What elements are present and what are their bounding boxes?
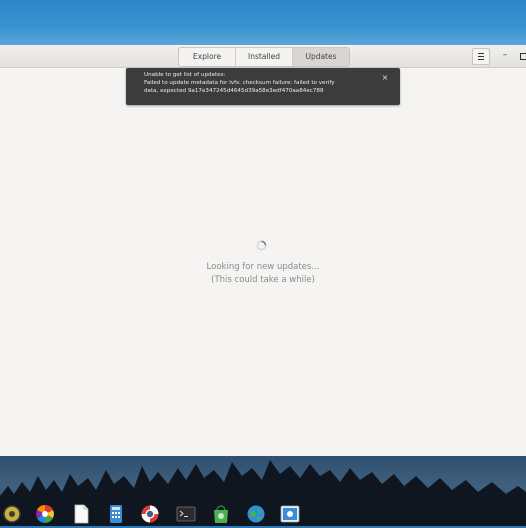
notification-message-line: data, expected 9a17e347245d4645d39a58e3e… — [144, 88, 324, 94]
spinner-icon — [256, 240, 267, 251]
software-center-window: Explore Installed Updates – Unable to ge… — [0, 45, 526, 457]
error-notification: Unable to get list of updates: Failed to… — [126, 68, 400, 105]
menu-button[interactable] — [472, 48, 490, 65]
minimize-button[interactable]: – — [502, 51, 508, 60]
header-bar: Explore Installed Updates – — [0, 45, 526, 68]
notification-message-line: Failed to update metadata for lvfs: chec… — [144, 80, 335, 86]
desktop-wallpaper-top — [0, 0, 526, 46]
text-document-icon[interactable] — [71, 504, 91, 524]
maximize-button[interactable] — [520, 53, 526, 60]
hamburger-icon — [478, 53, 484, 60]
screenshot-camera-icon[interactable] — [280, 504, 300, 524]
software-store-icon[interactable] — [211, 504, 231, 524]
notification-title: Unable to get list of updates: — [144, 72, 226, 78]
help-lifebuoy-icon[interactable] — [140, 504, 160, 524]
tab-installed[interactable]: Installed — [236, 48, 293, 66]
terminal-icon[interactable] — [176, 504, 196, 524]
tab-explore[interactable]: Explore — [179, 48, 236, 66]
status-text: Looking for new updates... — [206, 262, 320, 272]
color-picker-icon[interactable] — [35, 504, 55, 524]
status-subtext: (This could take a while) — [211, 275, 315, 285]
tab-updates[interactable]: Updates — [293, 48, 349, 66]
calculator-icon[interactable] — [106, 504, 126, 524]
system-settings-icon[interactable] — [2, 504, 22, 524]
view-switcher: Explore Installed Updates — [178, 47, 350, 67]
browser-globe-icon[interactable] — [246, 504, 266, 524]
close-icon[interactable]: × — [381, 74, 389, 82]
